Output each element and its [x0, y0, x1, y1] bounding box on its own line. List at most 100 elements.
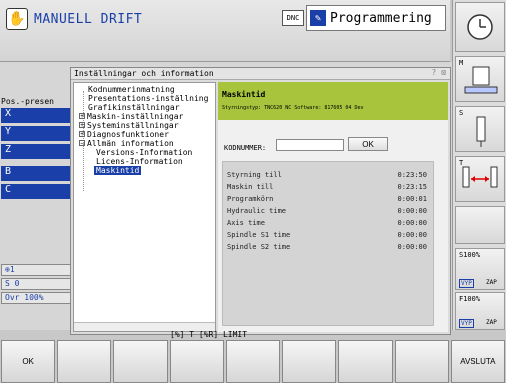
axis-y: Y: [1, 126, 71, 141]
blank-button[interactable]: [455, 206, 505, 244]
tree-item-graphics-settings[interactable]: Grafikinställningar: [88, 103, 180, 112]
panel-header: Maskintid Styrningstyp: TNC620 NC Softwa…: [218, 82, 448, 120]
override-status: Ovr 100%: [1, 292, 71, 304]
time-row: Spindle S2 time 0:00:00: [227, 243, 427, 251]
time-row: Programkörn 0:00:01: [227, 195, 427, 203]
clock-button[interactable]: [455, 2, 505, 52]
time-label: Spindle S2 time: [227, 243, 291, 251]
softkey-5[interactable]: [225, 340, 281, 383]
softkey-7[interactable]: [338, 340, 393, 383]
softkey-4[interactable]: [169, 340, 224, 383]
tree-item-label: Presentations-inställning: [88, 94, 209, 103]
machine-time-panel: Maskintid Styrningstyp: TNC620 NC Softwa…: [218, 82, 448, 332]
tree-item-display-settings[interactable]: Presentations-inställning: [88, 94, 208, 103]
spindle-on-badge: ZAP: [486, 279, 497, 286]
softkey-bar: OK AVSLUTA: [0, 340, 506, 383]
softkey-3[interactable]: [113, 340, 168, 383]
time-row: Maskin till 0:23:15: [227, 183, 427, 191]
softkey-2[interactable]: [57, 340, 112, 383]
hand-icon: ✋: [6, 8, 28, 30]
code-number-input[interactable]: [276, 139, 344, 151]
edit-program-icon: ✎: [310, 10, 326, 26]
machine-icon: [464, 66, 498, 94]
t-function-button[interactable]: T: [455, 156, 505, 202]
time-value: 0:23:15: [397, 183, 427, 191]
tree-item-machine-settings[interactable]: + Maskin-inställningar: [79, 112, 183, 121]
mode-bar: ✋ MANUELL DRIFT DNC ✎ Programmering: [0, 0, 450, 62]
tree-item-label: Versions-Information: [96, 148, 193, 157]
tool-number: 1: [9, 265, 15, 274]
tree-item-machine-time[interactable]: Maskintid: [94, 166, 142, 175]
close-icon[interactable]: ? ⊠: [432, 68, 446, 77]
spindle-status: S 0: [1, 278, 71, 290]
time-row: Styrning till 0:23:50: [227, 171, 427, 179]
axis-x: X: [1, 108, 71, 123]
time-label: Hydraulic time: [227, 207, 287, 215]
axis-c: C: [1, 184, 71, 199]
tree-item-license-info[interactable]: Licens-Information: [96, 157, 183, 166]
panel-title: Maskintid: [222, 90, 266, 99]
tree-item-system-settings[interactable]: + Systeminställningar: [79, 121, 179, 130]
machine-time-table: Styrning till 0:23:50 Maskin till 0:23:15 …: [222, 161, 434, 326]
f100-label: F100%: [459, 295, 481, 303]
time-value: 0:00:00: [397, 219, 427, 227]
softkey-exit[interactable]: AVSLUTA: [450, 340, 505, 383]
tree-item-general-info[interactable]: − Allmän information: [79, 139, 174, 148]
softkey-8[interactable]: [394, 340, 449, 383]
feed-off-badge: VYP: [459, 319, 474, 328]
tree-item-code-entry[interactable]: Kodnummerinmatning: [88, 85, 175, 94]
time-label: Maskin till: [227, 183, 274, 191]
tree-item-label: Systeminställningar: [87, 121, 179, 130]
tree-item-label: Kodnummerinmatning: [88, 85, 175, 94]
collapse-icon[interactable]: −: [79, 140, 85, 147]
spindle-icon: [476, 116, 486, 147]
time-row: Spindle S1 time 0:00:00: [227, 231, 427, 239]
feed-on-badge: ZAP: [486, 319, 497, 326]
code-number-label: KODNUMMER:: [224, 144, 267, 152]
time-value: 0:00:01: [397, 195, 427, 203]
feed-override-button[interactable]: F100% VYP ZAP: [455, 292, 505, 330]
axis-b: B: [1, 166, 71, 181]
tree-item-label: Maskin-inställningar: [87, 112, 184, 121]
tree-item-label: Allmän information: [87, 139, 174, 148]
tool-status: ⊕1: [1, 264, 71, 276]
mode-right-label: Programmering: [330, 10, 432, 26]
expand-icon[interactable]: +: [79, 131, 85, 138]
ok-button[interactable]: OK: [348, 137, 388, 151]
time-label: Styrning till: [227, 171, 282, 179]
mode-left-label: MANUELL DRIFT: [34, 11, 143, 27]
manual-mode-indicator[interactable]: ✋ MANUELL DRIFT: [6, 8, 142, 30]
tree-item-diagnostics[interactable]: + Diagnosfunktioner: [79, 130, 169, 139]
programming-mode-indicator[interactable]: ✎ Programmering: [306, 5, 446, 31]
tree-item-version-info[interactable]: Versions-Information: [96, 148, 192, 157]
softkey-ok[interactable]: OK: [1, 340, 56, 383]
time-row: Axis time 0:00:00: [227, 219, 427, 227]
softkey-6[interactable]: [282, 340, 337, 383]
tree-item-label: Licens-Information: [96, 157, 183, 166]
axis-z: Z: [1, 144, 71, 159]
spindle-override-button[interactable]: S100% VYP ZAP: [455, 248, 505, 290]
spindle-off-badge: VYP: [459, 279, 474, 288]
time-label: Axis time: [227, 219, 265, 227]
tree-item-label: Diagnosfunktioner: [87, 130, 169, 139]
settings-tree: Kodnummerinmatning Presentations-inställ…: [73, 82, 216, 332]
time-value: 0:00:00: [397, 243, 427, 251]
status-hint-strip: [%] T [%R] LIMIT: [170, 330, 248, 339]
m-function-button[interactable]: M: [455, 56, 505, 102]
tool-compensation-icon: [462, 166, 498, 188]
right-panel: M S T S100% VYP ZAP F100% VYP ZAP: [452, 0, 506, 330]
time-value: 0:23:50: [397, 171, 427, 179]
clock-icon: [467, 14, 493, 40]
time-label: Programkörn: [227, 195, 274, 203]
dialog-title: Inställningar och information: [71, 68, 450, 80]
time-label: Spindle S1 time: [227, 231, 291, 239]
settings-dialog: Inställningar och information ? ⊠ Kodnum…: [70, 67, 451, 335]
tree-item-label: Maskintid: [96, 166, 140, 175]
time-value: 0:00:00: [397, 207, 427, 215]
position-display-label: Pos.-presen: [1, 97, 54, 106]
s-function-button[interactable]: S: [455, 106, 505, 152]
expand-icon[interactable]: +: [79, 113, 85, 120]
time-row: Hydraulic time 0:00:00: [227, 207, 427, 215]
panel-subtitle: Styrningstyp: TNC620 NC Software: 817605…: [222, 105, 364, 111]
expand-icon[interactable]: +: [79, 122, 85, 129]
